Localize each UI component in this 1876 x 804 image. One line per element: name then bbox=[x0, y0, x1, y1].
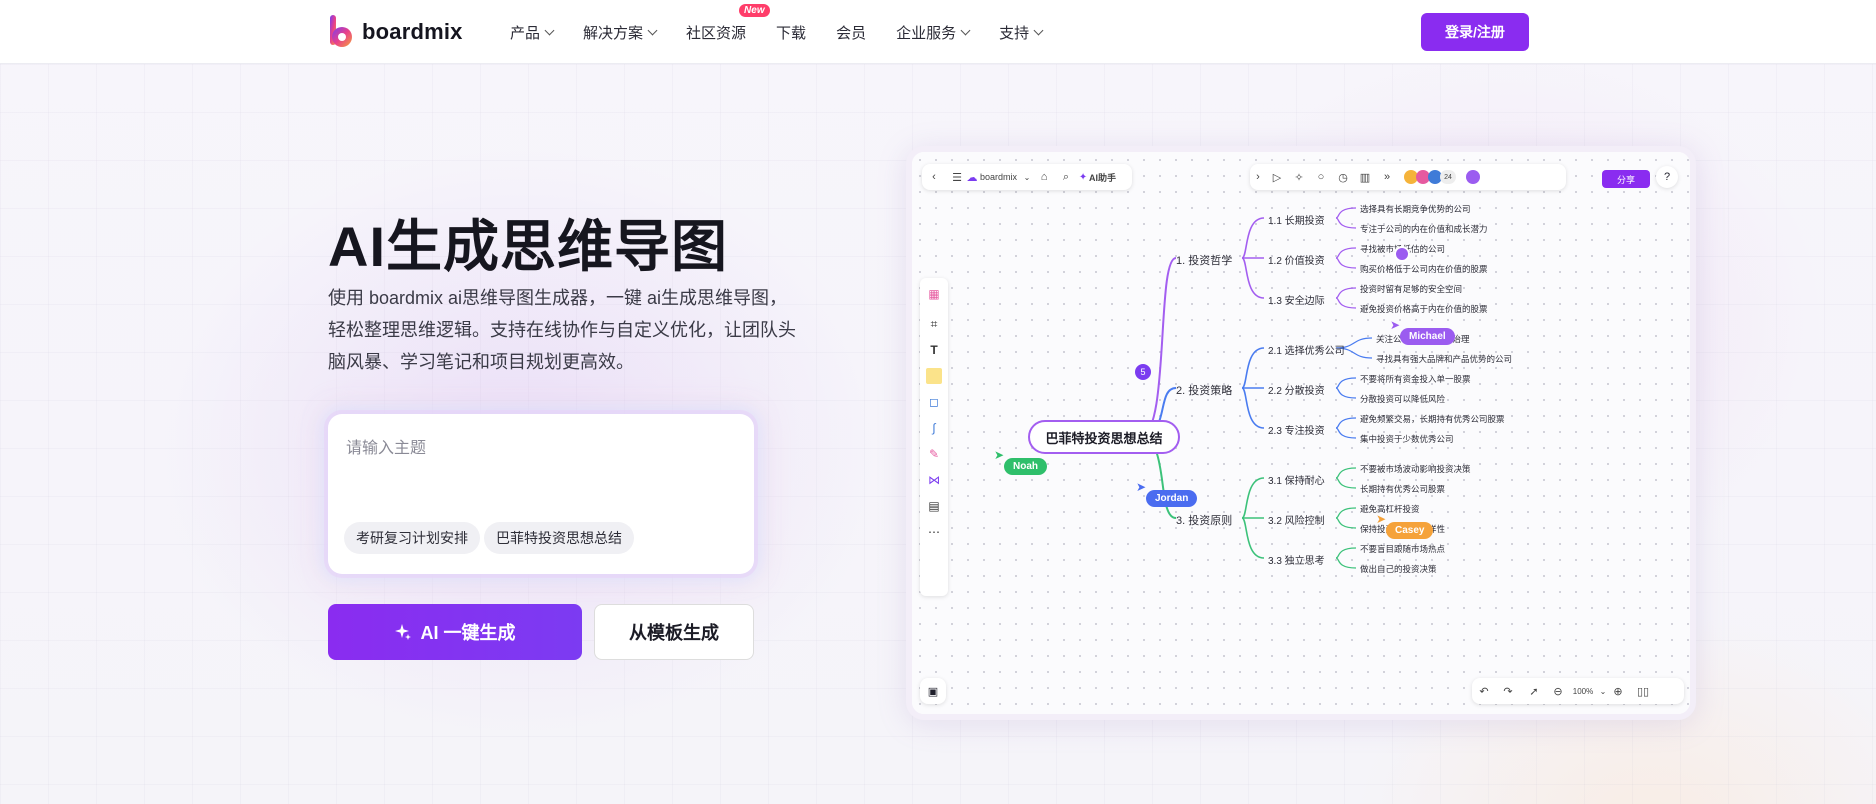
zoom-level[interactable]: 100% bbox=[1568, 687, 1598, 696]
menu-item-download[interactable]: 下载 bbox=[776, 22, 806, 43]
ai-generate-button[interactable]: AI 一键生成 bbox=[328, 604, 582, 660]
chevron-down-icon bbox=[1033, 25, 1044, 35]
main-menu: 产品 解决方案 社区资源 New 下载 会员 企业服务 支持 bbox=[510, 0, 1072, 64]
mindmap-subtopic-node[interactable]: 1.3 安全边际 bbox=[1268, 292, 1325, 307]
collaborator-cursor-michael: Michael bbox=[1400, 328, 1455, 345]
undo-icon[interactable]: ↶ bbox=[1472, 685, 1496, 698]
topic-input-box[interactable]: 请输入主题 考研复习计划安排 巴菲特投资思想总结 bbox=[328, 414, 754, 574]
mindmap-leaf-node[interactable]: 做出自己的投资决策 bbox=[1360, 563, 1437, 575]
redo-icon[interactable]: ↷ bbox=[1496, 685, 1520, 698]
zoom-out-icon[interactable]: ⊖ bbox=[1548, 685, 1568, 698]
menu-label: 社区资源 bbox=[686, 24, 747, 42]
collaborator-cursor-jordan: Jordan bbox=[1146, 490, 1198, 507]
topic-input-placeholder[interactable]: 请输入主题 bbox=[346, 434, 426, 458]
mindmap-branch-node[interactable]: 2. 投资策略 bbox=[1176, 382, 1232, 398]
menu-item-solutions[interactable]: 解决方案 bbox=[583, 22, 658, 43]
mindmap-leaf-node[interactable]: 寻找具有强大品牌和产品优势的公司 bbox=[1376, 353, 1512, 365]
mindmap-leaf-node[interactable]: 避免投资价格高于内在价值的股票 bbox=[1360, 303, 1488, 315]
mindmap-branch-node[interactable]: 1. 投资哲学 bbox=[1176, 252, 1232, 268]
mindmap-subtopic-node[interactable]: 2.3 专注投资 bbox=[1268, 422, 1325, 437]
chevron-down-icon bbox=[544, 25, 555, 35]
mindmap-subtopic-node[interactable]: 2.1 选择优秀公司 bbox=[1268, 342, 1345, 357]
menu-label: 支持 bbox=[999, 24, 1030, 42]
zoom-in-icon[interactable]: ⊕ bbox=[1608, 685, 1628, 698]
menu-item-membership[interactable]: 会员 bbox=[836, 22, 866, 43]
collaborator-avatar bbox=[1394, 246, 1410, 262]
mindmap-leaf-node[interactable]: 专注于公司的内在价值和成长潜力 bbox=[1360, 223, 1488, 235]
login-register-button[interactable]: 登录/注册 bbox=[1421, 13, 1529, 51]
mindmap-subtopic-node[interactable]: 3.1 保持耐心 bbox=[1268, 472, 1325, 487]
mindmap-leaf-node[interactable]: 不要盲目跟随市场热点 bbox=[1360, 543, 1445, 555]
menu-item-enterprise[interactable]: 企业服务 bbox=[896, 22, 971, 43]
collaborator-cursor-casey: Casey bbox=[1386, 522, 1434, 539]
mindmap-leaf-node[interactable]: 投资时留有足够的安全空间 bbox=[1360, 283, 1462, 295]
mindmap-leaf-node[interactable]: 分散投资可以降低风险 bbox=[1360, 393, 1445, 405]
mindmap-subtopic-node[interactable]: 2.2 分散投资 bbox=[1268, 382, 1325, 397]
mindmap-leaf-node[interactable]: 避免频繁交易，长期持有优秀公司股票 bbox=[1360, 413, 1505, 425]
brand-name: boardmix bbox=[362, 19, 463, 44]
book-icon[interactable]: ▯▯ bbox=[1628, 685, 1658, 698]
mindmap-leaf-node[interactable]: 购买价格低于公司内在价值的股票 bbox=[1360, 263, 1488, 275]
sparkle-icon bbox=[395, 624, 412, 640]
mindmap-leaf-node[interactable]: 避免高杠杆投资 bbox=[1360, 503, 1420, 515]
mindmap-subtopic-node[interactable]: 1.2 价值投资 bbox=[1268, 252, 1325, 267]
mindmap-leaf-node[interactable]: 长期持有优秀公司股票 bbox=[1360, 483, 1445, 495]
branch-count-badge[interactable]: 5 bbox=[1135, 364, 1151, 380]
cursor-arrow-icon: ➤ bbox=[994, 448, 1005, 462]
mindmap-subtopic-node[interactable]: 3.2 风险控制 bbox=[1268, 512, 1325, 527]
menu-label: 企业服务 bbox=[896, 24, 957, 42]
mindmap-leaf-node[interactable]: 不要被市场波动影响投资决策 bbox=[1360, 463, 1471, 475]
mindmap-branch-node[interactable]: 3. 投资原则 bbox=[1176, 512, 1232, 528]
menu-item-community[interactable]: 社区资源 New bbox=[686, 3, 770, 43]
mindmap-leaf-node[interactable]: 不要将所有资金投入单一股票 bbox=[1360, 373, 1471, 385]
page-title: AI生成思维导图 bbox=[328, 215, 728, 278]
whiteboard-canvas[interactable]: ‹ ☰ ☁ boardmix ⌄ ⌂ ⌕ ✦ AI助手 › ▷ ✧ ○ ◷ ▥ … bbox=[912, 152, 1690, 714]
mindmap-subtopic-node[interactable]: 1.1 长期投资 bbox=[1268, 212, 1325, 227]
menu-label: 下载 bbox=[776, 24, 807, 42]
menu-label: 产品 bbox=[510, 24, 541, 42]
cursor-arrow-icon: ➤ bbox=[1136, 480, 1147, 494]
top-navbar: boardmix 产品 解决方案 社区资源 New 下载 会员 企业服务 支持 登… bbox=[0, 0, 1876, 64]
menu-item-support[interactable]: 支持 bbox=[999, 22, 1044, 43]
mindmap-leaf-node[interactable]: 集中投资于少数优秀公司 bbox=[1360, 433, 1454, 445]
hero-description: 使用 boardmix ai思维导图生成器，一键 ai生成思维导图，轻松整理思维… bbox=[328, 288, 796, 372]
select-icon[interactable]: ➚ bbox=[1520, 685, 1548, 698]
collaborator-cursor-noah: Noah bbox=[1004, 458, 1047, 475]
minimap-icon[interactable]: ▣ bbox=[920, 678, 946, 704]
cursor-arrow-icon: ➤ bbox=[1390, 318, 1401, 332]
suggestion-chip[interactable]: 巴菲特投资思想总结 bbox=[484, 522, 634, 554]
mindmap-root-node[interactable]: 巴菲特投资思想总结 bbox=[1028, 420, 1180, 454]
brand-logo[interactable]: boardmix bbox=[328, 15, 463, 49]
mindmap-subtopic-node[interactable]: 3.3 独立思考 bbox=[1268, 552, 1325, 567]
template-generate-button[interactable]: 从模板生成 bbox=[594, 604, 754, 660]
mindmap-preview-window: ‹ ☰ ☁ boardmix ⌄ ⌂ ⌕ ✦ AI助手 › ▷ ✧ ○ ◷ ▥ … bbox=[906, 146, 1696, 720]
zoom-toolbar: ↶ ↷ ➚ ⊖ 100% ⌄ ⊕ ▯▯ bbox=[1472, 678, 1684, 704]
chevron-down-icon[interactable]: ⌄ bbox=[1598, 687, 1608, 696]
boardmix-logo-icon bbox=[330, 15, 352, 47]
mindmap-leaf-node[interactable]: 选择具有长期竞争优势的公司 bbox=[1360, 203, 1471, 215]
menu-label: 解决方案 bbox=[583, 24, 644, 42]
menu-item-products[interactable]: 产品 bbox=[510, 22, 555, 43]
chevron-down-icon bbox=[960, 25, 971, 35]
suggestion-chip[interactable]: 考研复习计划安排 bbox=[344, 522, 480, 554]
menu-label: 会员 bbox=[836, 24, 867, 42]
cursor-arrow-icon: ➤ bbox=[1376, 512, 1387, 526]
ai-generate-label: AI 一键生成 bbox=[420, 623, 516, 643]
new-badge: New bbox=[739, 3, 770, 17]
chevron-down-icon bbox=[647, 25, 658, 35]
